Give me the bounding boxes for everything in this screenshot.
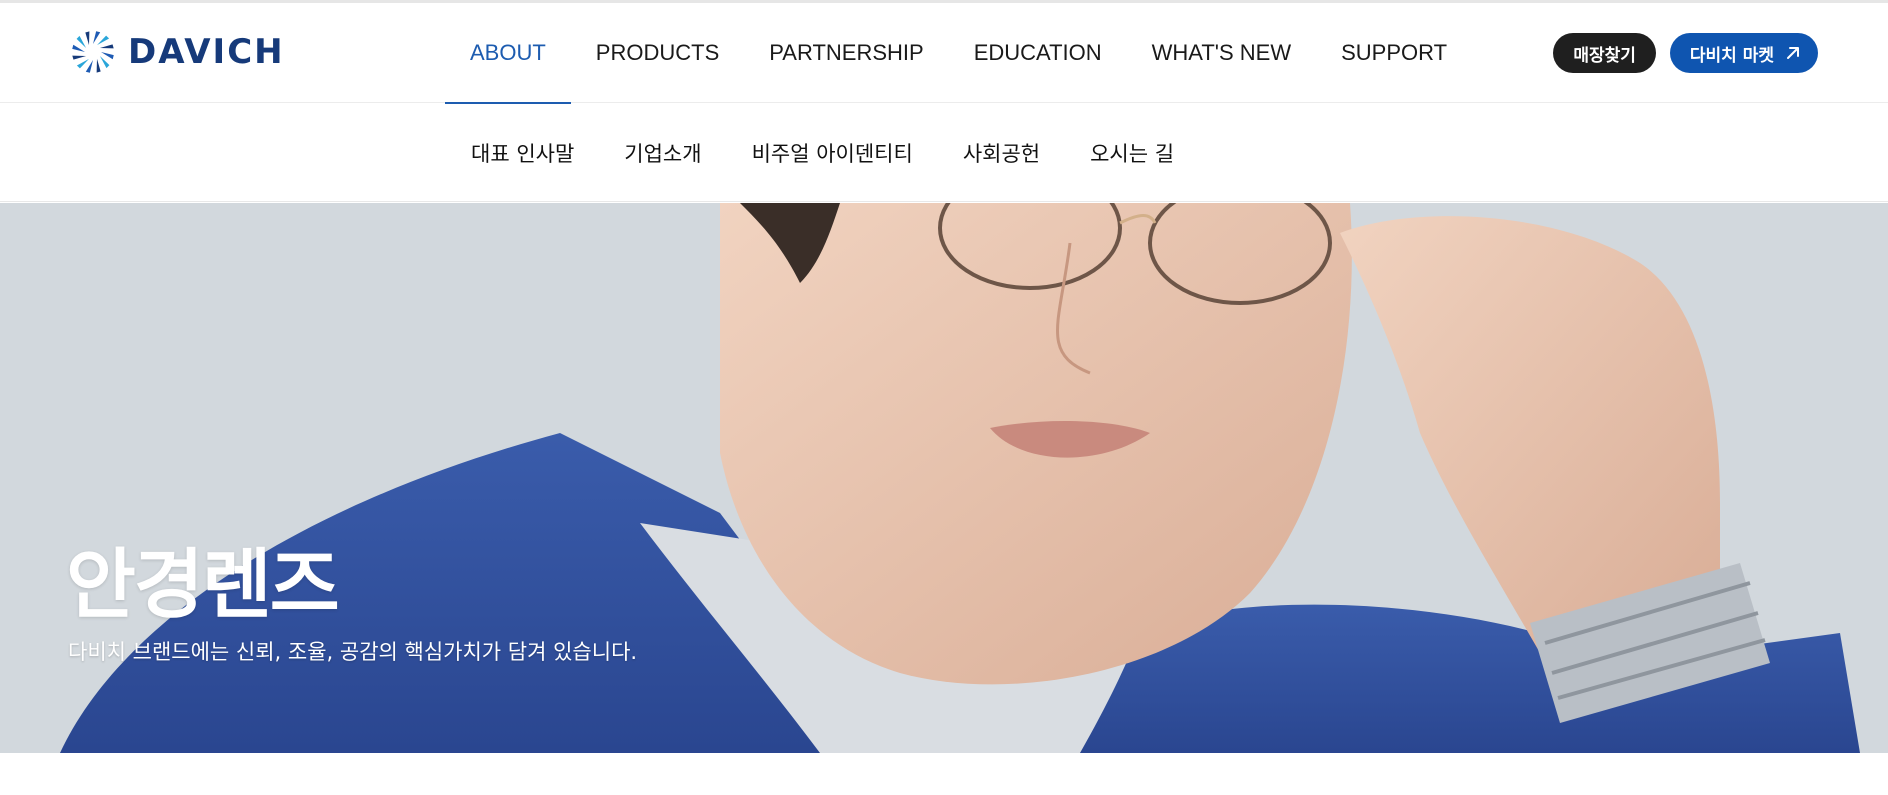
man-adjusting-glasses-photo xyxy=(0,203,1888,753)
hero-title: 안경렌즈 xyxy=(66,540,340,629)
site-header: DAVICH ABOUT PRODUCTS PARTNERSHIP EDUCAT… xyxy=(0,3,1888,104)
sub-nav: 대표 인사말 기업소개 비주얼 아이덴티티 사회공헌 오시는 길 xyxy=(0,104,1888,202)
nav-item-education[interactable]: EDUCATION xyxy=(949,3,1127,103)
sub-nav-item-visual-identity[interactable]: 비주얼 아이덴티티 xyxy=(727,104,938,202)
sub-nav-item-company[interactable]: 기업소개 xyxy=(599,104,726,202)
utility-buttons: 매장찾기 다비치 마켓 xyxy=(1553,33,1818,73)
store-locator-button[interactable]: 매장찾기 xyxy=(1553,33,1656,73)
nav-item-support[interactable]: SUPPORT xyxy=(1316,3,1472,103)
hero-banner: 안경렌즈 다비치 브랜드에는 신뢰, 조율, 공감의 핵심가치가 담겨 있습니다… xyxy=(0,203,1888,753)
nav-item-whats-new[interactable]: WHAT'S NEW xyxy=(1127,3,1316,103)
sub-nav-item-greeting[interactable]: 대표 인사말 xyxy=(446,104,599,202)
nav-item-products[interactable]: PRODUCTS xyxy=(571,3,744,103)
logo[interactable]: DAVICH xyxy=(68,27,285,77)
logo-text: DAVICH xyxy=(128,32,285,72)
sub-nav-item-social[interactable]: 사회공헌 xyxy=(938,104,1065,202)
davich-market-button[interactable]: 다비치 마켓 xyxy=(1669,33,1818,73)
davich-market-label: 다비치 마켓 xyxy=(1689,45,1774,66)
sub-nav-item-directions[interactable]: 오시는 길 xyxy=(1065,104,1199,202)
external-arrow-icon xyxy=(1787,47,1799,59)
nav-item-about[interactable]: ABOUT xyxy=(445,3,571,104)
hero-subtitle: 다비치 브랜드에는 신뢰, 조율, 공감의 핵심가치가 담겨 있습니다. xyxy=(68,640,638,664)
main-nav: ABOUT PRODUCTS PARTNERSHIP EDUCATION WHA… xyxy=(445,3,1472,104)
nav-item-partnership[interactable]: PARTNERSHIP xyxy=(744,3,948,103)
store-locator-label: 매장찾기 xyxy=(1573,45,1636,66)
sunburst-logo-icon xyxy=(72,31,114,73)
